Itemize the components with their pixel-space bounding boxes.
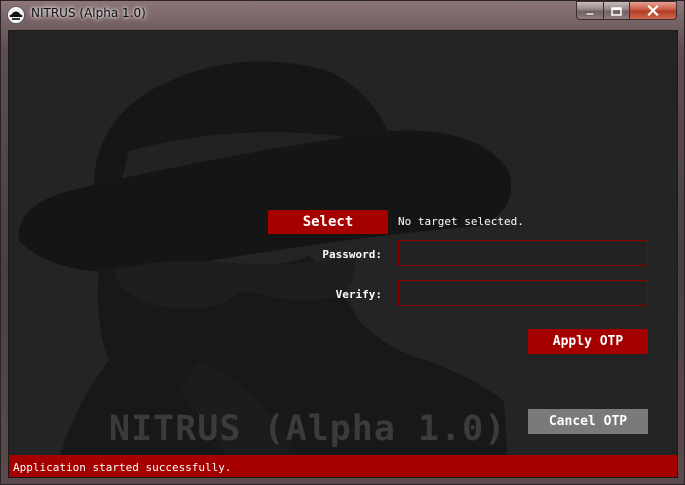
verify-label: Verify:: [335, 288, 382, 301]
watermark-title: NITRUS (Alpha 1.0): [109, 409, 507, 449]
target-status-text: No target selected.: [398, 215, 524, 228]
cancel-otp-button[interactable]: Cancel OTP: [528, 409, 648, 434]
minimize-button[interactable]: [576, 1, 603, 20]
verify-field[interactable]: [398, 280, 648, 306]
apply-otp-button[interactable]: Apply OTP: [528, 329, 648, 354]
title-bar[interactable]: NITRUS (Alpha 1.0): [1, 1, 685, 29]
status-message: Application started successfully.: [13, 460, 232, 474]
password-label: Password:: [322, 248, 382, 261]
close-icon: [647, 1, 659, 20]
status-bar: Application started successfully.: [9, 455, 677, 477]
close-button[interactable]: [629, 1, 677, 20]
window-title: NITRUS (Alpha 1.0): [31, 6, 146, 20]
maximize-icon: [611, 1, 622, 20]
window-frame: NITRUS (Alpha 1.0) NITRUS (Alpha 1.0) Se…: [0, 0, 685, 485]
minimize-icon: [585, 1, 595, 20]
spy-hat-icon: [7, 6, 25, 24]
password-field[interactable]: [398, 240, 648, 266]
client-area: NITRUS (Alpha 1.0) Select No target sele…: [8, 30, 678, 478]
select-target-button[interactable]: Select: [268, 210, 388, 234]
maximize-button[interactable]: [603, 1, 629, 20]
caption-buttons: [576, 1, 677, 20]
